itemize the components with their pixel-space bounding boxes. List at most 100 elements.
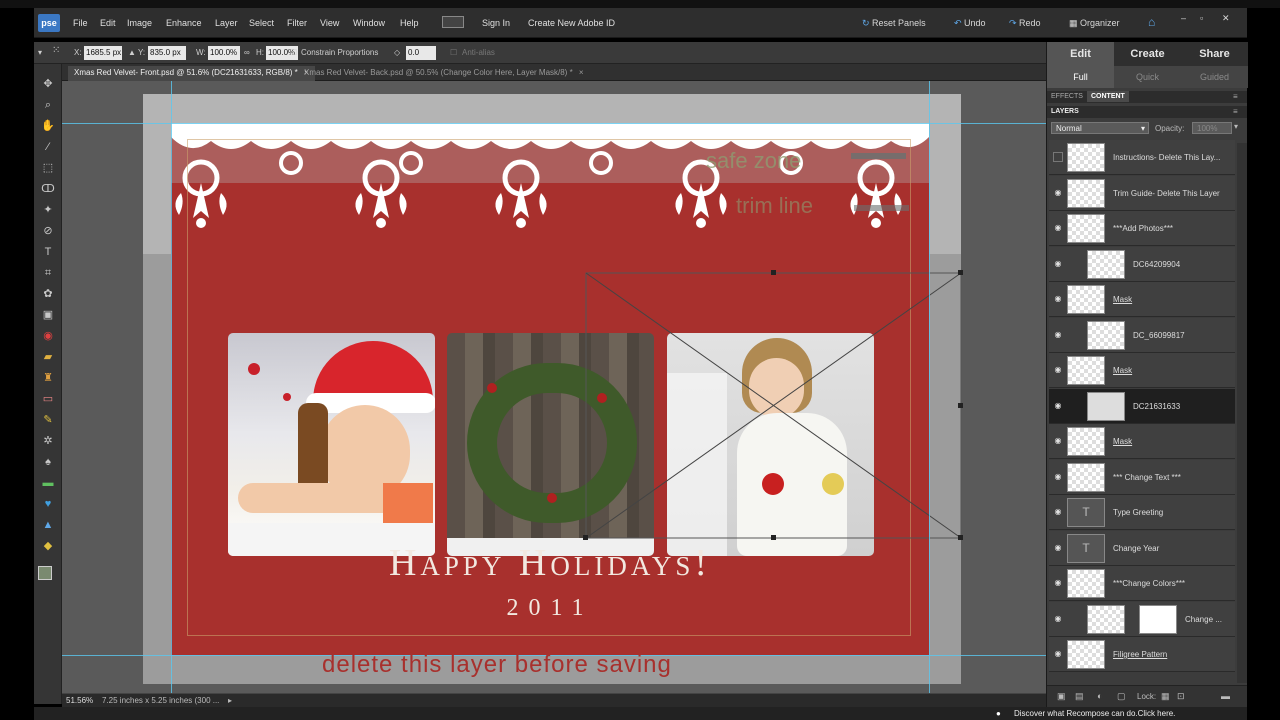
healing-brush-tool-icon[interactable]: ▰ [40,349,56,365]
cookie-cutter-tool-icon[interactable]: ✿ [40,286,56,302]
new-layer-icon[interactable]: ▣ [1057,691,1066,702]
hand-tool-icon[interactable]: ✋ [40,118,56,134]
layers-menu-icon[interactable]: ≡ [1233,107,1238,116]
zoom-tool-icon[interactable]: ⌕ [40,97,56,113]
visibility-eye-icon[interactable]: ◉ [1053,365,1063,375]
x-field[interactable]: 1685.5 px [84,46,122,60]
tab-share[interactable]: Share [1181,42,1248,66]
trash-icon[interactable]: ▬ [1221,691,1230,701]
y-field[interactable]: 835.0 px [148,46,186,60]
visibility-eye-icon[interactable]: ◉ [1053,401,1063,411]
magic-wand-tool-icon[interactable]: ✦ [40,202,56,218]
layer-row[interactable]: ◉ Mask [1049,424,1235,459]
recompose-tool-icon[interactable]: ▣ [40,307,56,323]
layer-row[interactable]: ◉ Trim Guide- Delete This Layer [1049,175,1235,211]
menu-select[interactable]: Select [249,18,274,28]
eraser-tool-icon[interactable]: ▭ [40,391,56,407]
layer-thumbnail[interactable] [1067,640,1105,669]
visibility-eye-icon[interactable]: ◉ [1053,578,1063,588]
marquee-tool-icon[interactable]: ⬚ [40,160,56,176]
recompose-hint-link[interactable]: Discover what Recompose can do.Click her… [1014,709,1175,718]
visibility-eye-icon[interactable]: ◉ [1053,330,1063,340]
layer-thumbnail[interactable]: T [1067,533,1105,563]
constrain-checkbox[interactable]: ☑ [290,48,297,57]
eyedropper-tool-icon[interactable]: ⁄ [40,139,56,155]
menu-image[interactable]: Image [127,18,152,28]
layer-row[interactable]: ◉ Mask [1049,353,1235,388]
redo-button[interactable]: ↷ Redo [1009,18,1041,29]
subtab-quick[interactable]: Quick [1114,66,1181,88]
custom-shape-tool-icon[interactable]: ♥ [40,496,56,512]
layer-row[interactable]: Instructions- Delete This Lay... [1049,140,1235,175]
visibility-eye-icon[interactable]: ◉ [1053,223,1063,233]
layer-mask-thumbnail[interactable] [1139,604,1177,634]
link-icon[interactable]: ∞ [244,48,250,57]
w-field[interactable]: 100.0% [208,46,240,60]
home-icon[interactable]: ⌂ [1148,15,1155,29]
menu-help[interactable]: Help [400,18,419,28]
new-group-icon[interactable]: ▤ [1075,691,1084,702]
subtab-full[interactable]: Full [1047,66,1114,88]
layer-thumbnail[interactable] [1087,391,1125,421]
sign-in-link[interactable]: Sign In [482,18,510,28]
smart-brush-tool-icon[interactable]: ✲ [40,433,56,449]
tab-content[interactable]: CONTENT [1087,91,1129,102]
layer-mask-icon[interactable]: ▢ [1117,691,1126,702]
layers-list[interactable]: Instructions- Delete This Lay... ◉ Trim Gu… [1047,140,1247,680]
layer-thumbnail[interactable] [1067,285,1105,314]
type-tool-icon[interactable]: T [40,244,56,260]
visibility-eye-icon[interactable] [1053,152,1063,162]
visibility-eye-icon[interactable]: ◉ [1053,472,1063,482]
create-adobe-id-link[interactable]: Create New Adobe ID [528,18,615,28]
layer-thumbnail[interactable] [1067,178,1105,208]
tab-back-close-icon[interactable]: × [579,68,584,77]
menu-layer[interactable]: Layer [215,18,238,28]
layer-row[interactable]: ◉ ***Add Photos*** [1049,211,1235,246]
layer-row[interactable]: ◉ Mask [1049,282,1235,317]
layer-thumbnail[interactable] [1067,356,1105,385]
red-eye-tool-icon[interactable]: ◉ [40,328,56,344]
tool-preset-icon[interactable]: ▾ [38,48,42,57]
visibility-eye-icon[interactable]: ◉ [1053,188,1063,198]
transform-bounding-box[interactable] [62,81,1046,693]
menu-filter[interactable]: Filter [287,18,307,28]
layer-row[interactable]: ◉ Filigree Pattern [1049,637,1235,672]
visibility-eye-icon[interactable]: ◉ [1053,649,1063,659]
visibility-eye-icon[interactable]: ◉ [1053,294,1063,304]
blur-tool-icon[interactable]: ▲ [40,517,56,533]
brush-tool-icon[interactable]: ✎ [40,412,56,428]
undo-button[interactable]: ↶ Undo [954,18,986,29]
arrange-documents-icon[interactable] [442,16,464,28]
lock-transparent-icon[interactable]: ▦ [1161,691,1170,702]
tab-back-document[interactable]: Xmas Red Velvet- Back.psd @ 50.5% (Chang… [298,66,590,81]
layer-thumbnail[interactable] [1087,249,1125,279]
restore-button[interactable]: ▫ [1200,13,1203,23]
status-menu-icon[interactable]: ▸ [228,696,232,705]
menu-view[interactable]: View [320,18,339,28]
quick-selection-tool-icon[interactable]: ⊘ [40,223,56,239]
layer-row[interactable]: ◉ T Change Year [1049,530,1235,566]
layer-thumbnail[interactable]: T [1067,498,1105,527]
move-tool-icon[interactable]: ✥ [40,76,56,92]
layer-thumbnail[interactable] [1067,462,1105,492]
blend-mode-select[interactable]: Normal ▾ [1051,122,1149,134]
layer-row[interactable]: ◉ T Type Greeting [1049,495,1235,530]
minimize-button[interactable]: – [1181,13,1186,23]
close-button[interactable]: ✕ [1222,13,1230,24]
zoom-level[interactable]: 51.56% [66,696,93,705]
clone-stamp-tool-icon[interactable]: ♜ [40,370,56,386]
crop-tool-icon[interactable]: ⌗ [40,265,56,281]
adjustment-layer-icon[interactable]: ◐ [1097,691,1102,701]
organizer-button[interactable]: ▦ Organizer [1069,18,1120,29]
layer-row[interactable]: ◉ DC21631633 [1049,388,1235,424]
guide-left[interactable] [171,81,172,693]
layer-row[interactable]: ◉ DC64209904 [1049,246,1235,282]
menu-file[interactable]: File [73,18,88,28]
tab-create[interactable]: Create [1114,42,1181,66]
layer-row[interactable]: ◉ DC_66099817 [1049,317,1235,353]
sponge-tool-icon[interactable]: ◆ [40,538,56,554]
visibility-eye-icon[interactable]: ◉ [1053,259,1063,269]
layer-row[interactable]: ◉ *** Change Text *** [1049,459,1235,495]
visibility-eye-icon[interactable]: ◉ [1053,543,1063,553]
paint-bucket-tool-icon[interactable]: ♠ [40,454,56,470]
